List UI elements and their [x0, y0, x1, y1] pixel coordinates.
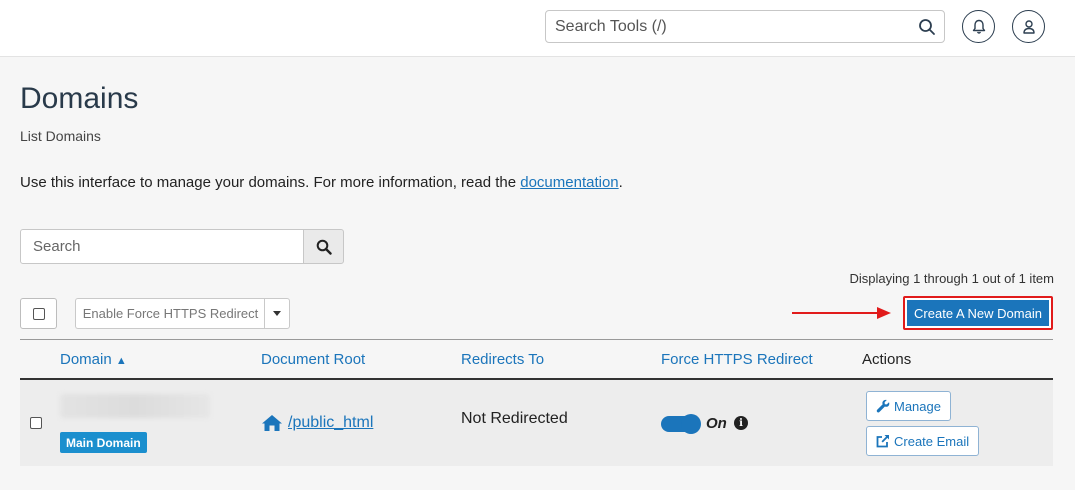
bell-icon	[972, 19, 985, 34]
document-root-link[interactable]: /public_html	[261, 414, 373, 432]
redacted-domain-name	[60, 394, 210, 418]
tool-search-box[interactable]	[545, 10, 945, 43]
notifications-button[interactable]	[962, 10, 995, 43]
external-edit-icon	[876, 435, 889, 448]
search-icon	[316, 239, 332, 255]
column-header-redirects-to[interactable]: Redirects To	[461, 351, 544, 368]
column-header-domain-label: Domain	[60, 351, 112, 368]
domain-search	[20, 229, 344, 264]
manage-button[interactable]: Manage	[866, 391, 951, 421]
force-https-toggle[interactable]	[661, 414, 701, 434]
column-header-domain[interactable]: Domain ▲	[60, 351, 127, 368]
table-top-border	[20, 339, 1053, 340]
main-domain-badge: Main Domain	[60, 432, 147, 453]
create-email-button[interactable]: Create Email	[866, 426, 980, 456]
caret-down-icon	[273, 311, 281, 316]
select-all-checkbox[interactable]	[20, 298, 57, 329]
info-icon[interactable]: i	[734, 416, 748, 430]
force-https-status: On	[706, 415, 727, 432]
tool-search-input[interactable]	[546, 11, 906, 42]
home-icon	[262, 415, 282, 431]
checkbox-box	[32, 307, 45, 320]
column-header-document-root[interactable]: Document Root	[261, 351, 365, 368]
create-domain-button[interactable]: Create A New Domain	[903, 296, 1053, 330]
checkbox-box	[30, 417, 42, 429]
page-subtitle: List Domains	[20, 128, 101, 144]
create-email-label: Create Email	[894, 433, 970, 449]
user-icon	[1022, 19, 1035, 34]
manage-label: Manage	[894, 398, 941, 414]
search-icon[interactable]	[918, 18, 936, 36]
column-header-force-https[interactable]: Force HTTPS Redirect	[661, 351, 813, 368]
row-checkbox[interactable]	[30, 417, 42, 429]
annotation-arrow-head	[877, 307, 891, 319]
annotation-arrow-line	[792, 312, 878, 314]
domain-search-button[interactable]	[303, 229, 344, 264]
force-https-button[interactable]: Enable Force HTTPS Redirect	[75, 298, 265, 329]
pagination-summary: Displaying 1 through 1 out of 1 item	[849, 271, 1054, 286]
intro-text-end: .	[618, 174, 623, 191]
column-header-actions: Actions	[862, 351, 912, 368]
create-domain-label: Create A New Domain	[907, 300, 1049, 326]
redirects-to-value: Not Redirected	[461, 410, 568, 427]
intro-text-body: Use this interface to manage your domain…	[20, 174, 521, 191]
sort-ascending-icon: ▲	[115, 355, 127, 367]
table-row: Main Domain /public_html Not Redirected …	[20, 380, 1053, 466]
user-menu-button[interactable]	[1012, 10, 1045, 43]
force-https-dropdown-toggle[interactable]	[264, 298, 290, 329]
wrench-icon	[876, 399, 890, 413]
page-title: Domains	[20, 82, 139, 115]
domain-search-input[interactable]	[20, 229, 304, 264]
document-root-path: /public_html	[288, 414, 374, 431]
documentation-link[interactable]: documentation	[520, 174, 618, 191]
top-bar	[0, 0, 1075, 57]
toggle-knob	[681, 414, 701, 434]
intro-text: Use this interface to manage your domain…	[20, 174, 623, 191]
